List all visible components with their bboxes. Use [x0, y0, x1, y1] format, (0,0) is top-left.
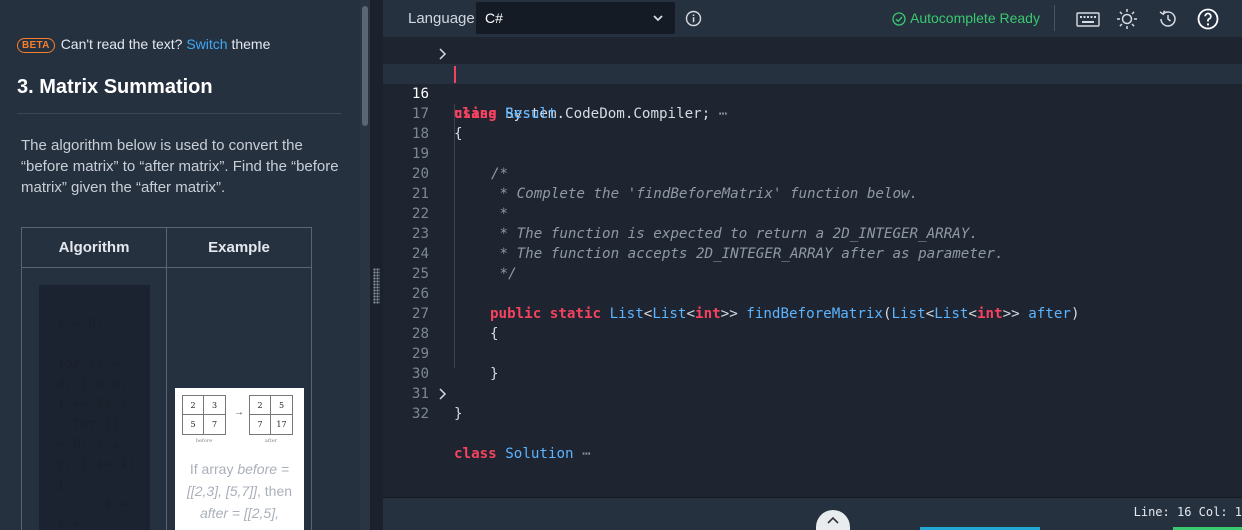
code-line: 19 /* [383, 124, 1242, 182]
matrix-cell: 7 [211, 420, 218, 429]
folded-ellipsis[interactable]: ⋯ [574, 446, 591, 462]
code-line: 26 public static List<List<int>> findBef… [383, 264, 1242, 322]
expand-console-button[interactable] [816, 510, 850, 530]
code-line: 32 class Solution ⋯ [383, 384, 1242, 462]
autocomplete-status: Autocomplete Ready [892, 10, 1040, 26]
matrix-cell: 2 [183, 396, 204, 415]
matrix-cell: 5 [183, 415, 204, 434]
theme-notice: BETA Can't read the text? Switch theme [17, 36, 270, 53]
theme-prompt: Can't read the text? [60, 36, 183, 52]
code-line: 18 [383, 104, 1242, 142]
example-diagram: 2 3 5 7 before → 2 5 7 17 after [175, 388, 304, 450]
language-value: C# [485, 10, 503, 26]
history-icon[interactable] [1156, 7, 1180, 31]
line-number: 32 [411, 406, 429, 422]
before-label: before [195, 438, 213, 444]
code-area[interactable]: 1 using System.CodeDom.Compiler; ⋯ 16 cl… [383, 44, 1242, 496]
autocomplete-status-text: Autocomplete Ready [910, 10, 1040, 26]
code-line: 27 { [383, 284, 1242, 342]
help-icon[interactable] [1196, 7, 1220, 31]
code-line: 25 [383, 244, 1242, 282]
theme-suffix: theme [231, 36, 271, 52]
after-matrix: 2 5 7 17 [249, 395, 293, 435]
example-table: Algorithm Example s = 0; for (i = 0; i ≤… [21, 227, 312, 530]
code-line: 20 * Complete the 'findBeforeMatrix' fun… [383, 144, 1242, 202]
drag-handle-icon[interactable] [373, 268, 380, 304]
sun-icon[interactable] [1115, 7, 1139, 31]
text-caret [454, 66, 456, 83]
table-column-divider [166, 228, 167, 530]
code-line: 28 [383, 304, 1242, 342]
example-header: Example [208, 239, 270, 256]
language-label: Language [408, 10, 475, 27]
keyboard-icon[interactable] [1076, 7, 1100, 31]
keyword-class: class [454, 446, 497, 462]
algorithm-header: Algorithm [58, 239, 130, 256]
example-text-after: after = [[2,5], [200, 505, 279, 521]
brace: } [454, 406, 463, 422]
code-line: 17 { [383, 84, 1242, 142]
matrix-cell: 3 [204, 396, 225, 415]
problem-description: The algorithm below is used to convert t… [21, 137, 339, 196]
chevron-up-icon [827, 516, 839, 524]
toolbar-divider [1054, 5, 1055, 31]
code-line-current: 16 class Result [383, 64, 1242, 122]
pane-splitter[interactable] [370, 0, 383, 530]
example-text-then: , then [257, 483, 293, 499]
problem-pane: BETA Can't read the text? Switch theme 3.… [0, 0, 370, 530]
left-scrollbar-thumb[interactable] [362, 6, 368, 126]
example-explanation: If array before = [[2,3], [5,7]], then a… [175, 450, 304, 530]
code-line: 24 */ [383, 224, 1242, 282]
beta-badge: BETA [17, 38, 55, 53]
example-text-1: If array [189, 461, 234, 477]
arrow-icon: → [234, 407, 244, 418]
example-text-array: [[2,3], [5,7]] [186, 483, 257, 499]
code-editor-pane: Language C# Autocomplete Ready 1 using S… [383, 0, 1242, 530]
matrix-cell: 7 [250, 415, 271, 434]
example-text-before: before = [237, 461, 290, 477]
code-line: 1 using System.CodeDom.Compiler; ⋯ [383, 44, 1242, 122]
code-line: 29 } [383, 324, 1242, 382]
editor-toolbar: Language C# Autocomplete Ready [383, 0, 1242, 37]
code-line: 31 } [383, 364, 1242, 422]
chevron-right-icon[interactable] [438, 388, 448, 400]
algorithm-code: s = 0; for (i = 0; i ≤ x; i += 1) { for … [39, 285, 150, 530]
before-matrix: 2 3 5 7 [182, 395, 226, 435]
matrix-cell: 2 [250, 396, 271, 415]
language-select[interactable]: C# [476, 2, 675, 34]
editor-statusbar: Line: 16 Col: 1 [383, 497, 1242, 530]
chevron-down-icon [653, 15, 663, 22]
after-label: after [264, 438, 278, 444]
switch-theme-link[interactable]: Switch [186, 36, 227, 52]
cursor-position: Line: 16 Col: 1 [1133, 505, 1242, 519]
matrix-cell: 5 [271, 396, 292, 415]
check-circle-icon [892, 12, 906, 26]
code-line: 23 * The function accepts 2D_INTEGER_ARR… [383, 204, 1242, 262]
code-line: 22 * The function is expected to return … [383, 184, 1242, 242]
class-name: Solution [505, 446, 574, 462]
code-line: 21 * [383, 164, 1242, 222]
code-line: 30 [383, 344, 1242, 382]
title-divider [17, 113, 341, 114]
chevron-right-icon[interactable] [438, 48, 448, 60]
info-icon[interactable] [685, 10, 702, 27]
problem-title: 3. Matrix Summation [17, 76, 213, 98]
matrix-cell: 17 [276, 420, 287, 429]
